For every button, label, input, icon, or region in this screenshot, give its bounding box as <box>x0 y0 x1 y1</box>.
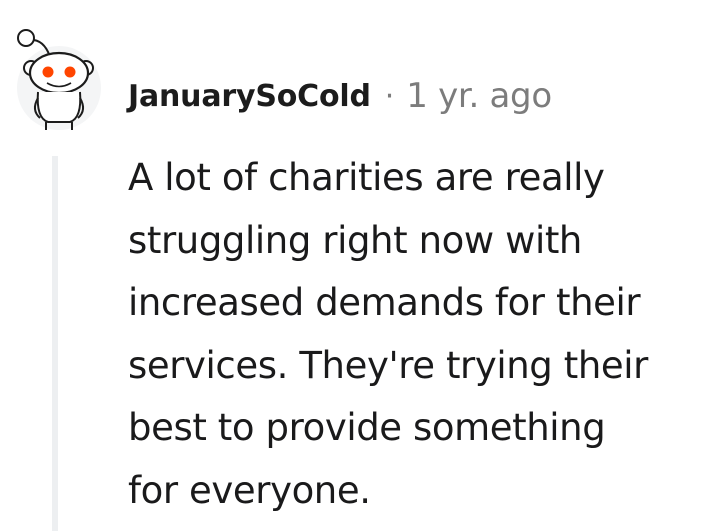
comment-body-line: struggling right now with <box>128 218 582 262</box>
meta-separator: · <box>384 78 395 114</box>
comment-body: A lot of charities are really struggling… <box>128 147 708 522</box>
comment: JanuarySoCold · 1 yr. ago A lot of chari… <box>0 0 716 531</box>
thread-line[interactable] <box>52 156 58 531</box>
comment-body-line: A lot of charities are really <box>128 156 605 199</box>
comment-timestamp[interactable]: 1 yr. ago <box>406 76 552 116</box>
comment-body-line: services. They're trying their <box>128 343 648 387</box>
comment-body-line: increased demands for their <box>128 281 641 324</box>
comment-meta: JanuarySoCold · 1 yr. ago <box>128 74 552 118</box>
snoo-avatar-icon[interactable] <box>14 26 104 132</box>
comment-body-line: best to provide something <box>128 406 606 449</box>
comment-body-line: for everyone. <box>128 468 371 512</box>
username-link[interactable]: JanuarySoCold <box>128 79 371 114</box>
